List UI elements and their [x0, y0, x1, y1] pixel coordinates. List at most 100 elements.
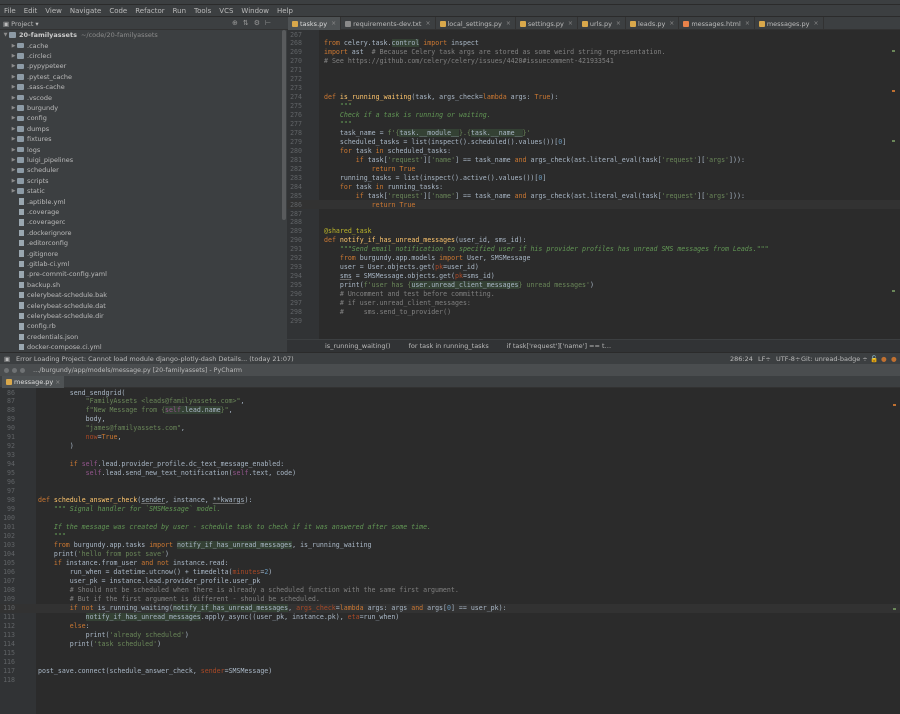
tree-file[interactable]: celerybeat-schedule.bak: [17, 290, 107, 300]
tab-requirements-dev-txt[interactable]: requirements-dev.txt ×: [341, 17, 436, 30]
code-line[interactable]: 286 return True: [287, 200, 900, 210]
code-line[interactable]: 268 from celery.task.control import inspe…: [287, 39, 900, 48]
tree-folder[interactable]: ▶ logs: [10, 144, 41, 154]
code-line[interactable]: 288: [287, 218, 900, 227]
close-icon[interactable]: ×: [616, 20, 621, 27]
code-line[interactable]: 118: [0, 675, 900, 684]
cursor-position[interactable]: 286:24: [730, 355, 753, 363]
code-line[interactable]: 295 print(f'user has {user.unread_client…: [287, 281, 900, 290]
code-line[interactable]: 290 def notify_if_has_unread_messages(use…: [287, 236, 900, 245]
tree-folder[interactable]: ▶ burgundy: [10, 103, 59, 113]
code-line[interactable]: 297 # if user.unread_client_messages:: [287, 299, 900, 308]
tree-folder[interactable]: ▶ .pytest_cache: [10, 72, 72, 82]
line-separator[interactable]: LF÷: [758, 355, 771, 363]
tree-file[interactable]: .coveragerc: [17, 217, 65, 227]
code-line[interactable]: 267: [287, 30, 900, 39]
tree-folder[interactable]: ▶ fixtures: [10, 134, 52, 144]
tree-file[interactable]: .gitlab-ci.yml: [17, 259, 69, 269]
code-line[interactable]: 111 notify_if_has_unread_messages.apply_…: [0, 613, 900, 622]
tab-urls-py[interactable]: urls.py ×: [578, 17, 626, 30]
close-icon[interactable]: [4, 367, 9, 373]
menu-vcs[interactable]: VCS: [215, 7, 237, 15]
code-line[interactable]: 104 print('hello from post save'): [0, 550, 900, 559]
code-line[interactable]: 98 def schedule_answer_check(sender, inst…: [0, 496, 900, 505]
tree-root[interactable]: ▼ 20-familyassets ~/code/20-familyassets: [2, 30, 158, 40]
code-line[interactable]: 279 scheduled_tasks = list(inspect().sch…: [287, 137, 900, 146]
code-line[interactable]: 282 return True: [287, 164, 900, 173]
code-line[interactable]: 289 @shared_task: [287, 227, 900, 236]
scroll-marker[interactable]: [892, 290, 895, 292]
scroll-marker[interactable]: [893, 608, 896, 610]
menu-file[interactable]: File: [0, 7, 20, 15]
menu-tools[interactable]: Tools: [190, 7, 215, 15]
code-line[interactable]: 90 "james@familyassets.com",: [0, 424, 900, 433]
code-line[interactable]: 284 for task in running_tasks:: [287, 182, 900, 191]
tab-leads-py[interactable]: leads.py ×: [626, 17, 680, 30]
code-line[interactable]: 89 body,: [0, 415, 900, 424]
close-icon[interactable]: ×: [506, 20, 511, 27]
tree-file[interactable]: .editorconfig: [17, 238, 68, 248]
code-line[interactable]: 271: [287, 66, 900, 75]
code-line[interactable]: 87 "FamilyAssets <leads@familyassets.com…: [0, 397, 900, 406]
close-icon[interactable]: ×: [331, 20, 336, 27]
project-view-button[interactable]: ▣ Project ▾: [3, 18, 39, 29]
maximize-icon[interactable]: [20, 367, 25, 373]
tree-file[interactable]: backup.sh: [17, 280, 60, 290]
code-line[interactable]: 95 self.lead.send_new_text_notification(…: [0, 469, 900, 478]
tree-folder[interactable]: ▶ dumps: [10, 124, 50, 134]
tab-local-settings-py[interactable]: local_settings.py ×: [436, 17, 516, 30]
event-log-icon[interactable]: ●: [881, 355, 887, 363]
code-line[interactable]: 283 running_tasks = list(inspect().activ…: [287, 173, 900, 182]
tree-file[interactable]: credentials.json: [17, 332, 78, 342]
code-line[interactable]: 293 user = User.objects.get(pk=user_id): [287, 263, 900, 272]
code-line[interactable]: 106 run_when = datetime.utcnow() + timed…: [0, 568, 900, 577]
code-line[interactable]: 96: [0, 478, 900, 487]
code-line[interactable]: 298 # sms.send_to_provider(): [287, 307, 900, 316]
status-message[interactable]: Error Loading Project: Cannot load modul…: [16, 355, 294, 363]
code-line[interactable]: 92 ): [0, 442, 900, 451]
code-line[interactable]: 287: [287, 209, 900, 218]
tree-folder[interactable]: ▶ config: [10, 113, 47, 123]
tree-folder[interactable]: ▶ luigi_pipelines: [10, 155, 74, 165]
tree-folder[interactable]: ▶ static: [10, 186, 45, 196]
project-tree-scrollbar[interactable]: [282, 30, 286, 220]
tree-folder[interactable]: ▶ .pypypeteer: [10, 61, 67, 71]
tab-messages-py[interactable]: messages.py ×: [755, 17, 824, 30]
tree-folder[interactable]: ▶ scheduler: [10, 165, 59, 175]
close-icon[interactable]: ×: [425, 20, 430, 27]
collapse-icon[interactable]: ⇅: [243, 19, 249, 27]
tree-file[interactable]: config.rb: [17, 321, 56, 331]
tab-messages-html[interactable]: messages.html ×: [679, 17, 755, 30]
code-line[interactable]: 277 """: [287, 120, 900, 129]
tree-folder[interactable]: ▶ .circleci: [10, 51, 52, 61]
code-line[interactable]: 291 """Send email notification to specif…: [287, 245, 900, 254]
code-line[interactable]: 272: [287, 75, 900, 84]
lock-icon[interactable]: 🔓: [870, 355, 878, 363]
error-icon[interactable]: ▣: [4, 355, 10, 363]
code-line[interactable]: 117 post_save.connect(schedule_answer_che…: [0, 666, 900, 675]
code-line[interactable]: 273: [287, 84, 900, 93]
menu-code[interactable]: Code: [105, 7, 131, 15]
menu-navigate[interactable]: Navigate: [66, 7, 105, 15]
scroll-marker[interactable]: [893, 404, 896, 406]
close-icon[interactable]: ×: [669, 20, 674, 27]
breadcrumb-item[interactable]: for task in running_tasks: [409, 342, 489, 350]
scroll-marker[interactable]: [892, 50, 895, 52]
code-line[interactable]: 107 user_pk = instance.lead.provider_pro…: [0, 577, 900, 586]
tree-folder[interactable]: ▶ .vscode: [10, 92, 52, 102]
code-line[interactable]: 269 import ast # Because Celery task args…: [287, 48, 900, 57]
code-line[interactable]: 285 if task['request']['name'] == task_n…: [287, 191, 900, 200]
code-line[interactable]: 276 Check if a task is running or waitin…: [287, 111, 900, 120]
code-line[interactable]: 292 from burgundy.app.models import User…: [287, 254, 900, 263]
menu-refactor[interactable]: Refactor: [131, 7, 168, 15]
menu-run[interactable]: Run: [169, 7, 190, 15]
menu-view[interactable]: View: [41, 7, 66, 15]
tree-file[interactable]: .aptible.yml: [17, 196, 66, 206]
code-line[interactable]: 97: [0, 487, 900, 496]
tree-file[interactable]: .coverage: [17, 207, 59, 217]
tree-file[interactable]: celerybeat-schedule.dat: [17, 300, 106, 310]
target-icon[interactable]: ⊕: [232, 19, 238, 27]
hide-icon[interactable]: ⊢: [265, 19, 271, 27]
code-line[interactable]: 112 else:: [0, 621, 900, 630]
tree-file[interactable]: .pre-commit-config.yaml: [17, 269, 107, 279]
